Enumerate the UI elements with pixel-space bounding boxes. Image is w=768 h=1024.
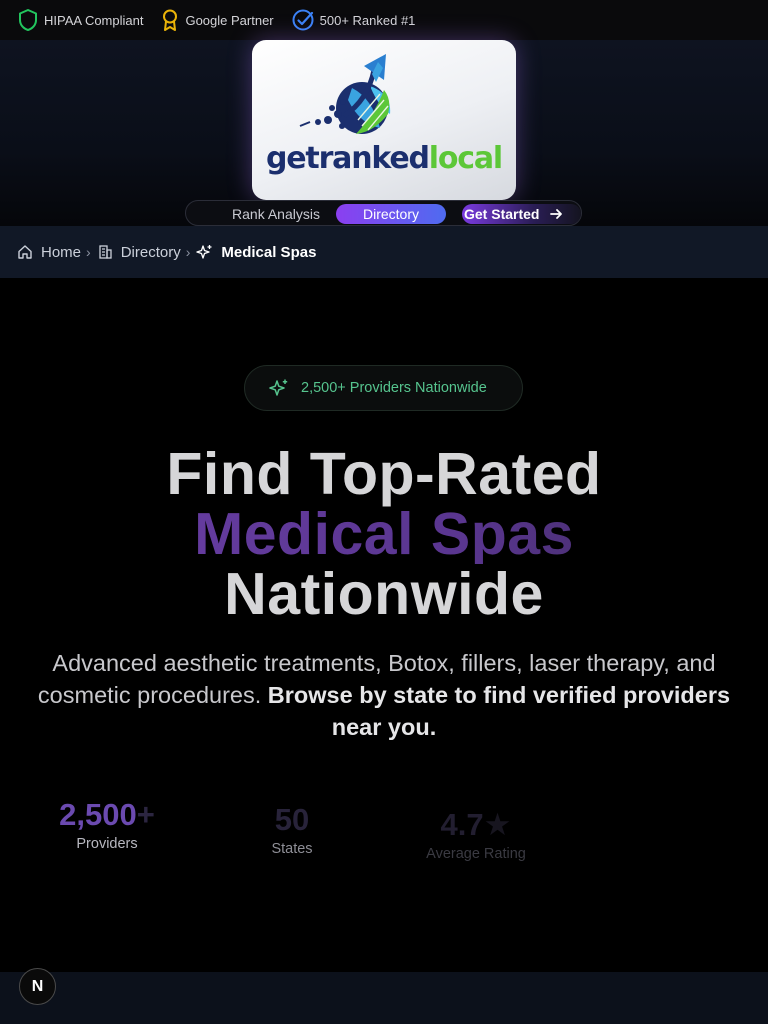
stat-rating-label: Average Rating [426, 846, 526, 862]
providers-badge-label: 2,500+ Providers Nationwide [301, 380, 487, 396]
title-line-2: Medical Spas [0, 504, 768, 564]
chevron-right-icon: › [185, 244, 191, 260]
logo-text-1: getranked [266, 141, 430, 176]
nav-directory[interactable]: Directory [336, 204, 446, 224]
home-icon [18, 245, 32, 259]
get-started-label: Get Started [464, 206, 540, 222]
hero-subtitle: Advanced aesthetic treatments, Botox, fi… [12, 647, 756, 743]
stat-rating-value: 4.7 [440, 807, 484, 842]
trust-item-ranked: 500+ Ranked #1 [292, 9, 416, 31]
stat-states: 50 States [266, 802, 318, 858]
star-icon: ★ [483, 807, 512, 842]
footer-strip [0, 972, 768, 1024]
title-line-1: Find Top-Rated [166, 441, 602, 507]
trust-item-google: Google Partner [161, 9, 274, 31]
breadcrumb-current-label: Medical Spas [221, 243, 317, 261]
sparkles-icon [196, 244, 212, 259]
title-line-3: Nationwide [224, 561, 544, 627]
breadcrumb-directory[interactable]: Directory [97, 244, 181, 261]
main-nav: Rank Analysis Directory Get Started [185, 200, 582, 226]
stat-providers-value: 2,500 [59, 797, 137, 832]
trust-label-google: Google Partner [185, 12, 274, 28]
hero-subtitle-bold: Browse by state to find verified provide… [267, 682, 731, 740]
stat-rating: 4.7★ Average Rating [424, 807, 528, 863]
stat-states-label: States [271, 841, 313, 857]
site-header: getrankedlocal Rank Analysis Directory G… [0, 40, 768, 226]
stat-providers-suffix: + [136, 797, 155, 832]
check-circle-icon [292, 9, 314, 31]
stat-providers: 2,500+ Providers [52, 797, 162, 853]
page-title: Find Top-Rated Medical Spas Nationwide [0, 444, 768, 624]
get-started-button[interactable]: Get Started [462, 204, 581, 224]
dev-tools-button[interactable]: N [19, 968, 56, 1005]
sparkles-icon [269, 379, 288, 396]
providers-badge: 2,500+ Providers Nationwide [244, 365, 523, 411]
breadcrumb: Home › Directory › Medical Spas [0, 226, 768, 278]
stat-states-value: 50 [274, 802, 310, 837]
stat-providers-label: Providers [76, 836, 138, 852]
nav-rank-analysis[interactable]: Rank Analysis [206, 204, 346, 224]
trust-label-ranked: 500+ Ranked #1 [319, 12, 416, 28]
logo-wordmark: getrankedlocal [252, 141, 516, 176]
trust-label-hipaa: HIPAA Compliant [44, 12, 144, 28]
breadcrumb-home-label: Home [41, 243, 82, 261]
chevron-right-icon: › [86, 244, 91, 260]
logo-mark-icon [299, 54, 391, 134]
breadcrumb-home[interactable]: Home [17, 244, 81, 261]
shield-icon [19, 9, 37, 31]
breadcrumb-current: Medical Spas [196, 244, 316, 261]
logo[interactable]: getrankedlocal [252, 40, 516, 200]
building-icon [99, 245, 112, 259]
dev-tools-label: N [31, 977, 44, 995]
arrow-right-icon [550, 209, 563, 219]
award-icon [163, 9, 178, 31]
trust-item-hipaa: HIPAA Compliant [18, 9, 143, 31]
trust-bar: HIPAA Compliant Google Partner 500+ Rank… [0, 0, 768, 40]
logo-text-2: local [428, 141, 503, 176]
breadcrumb-directory-label: Directory [120, 243, 181, 261]
